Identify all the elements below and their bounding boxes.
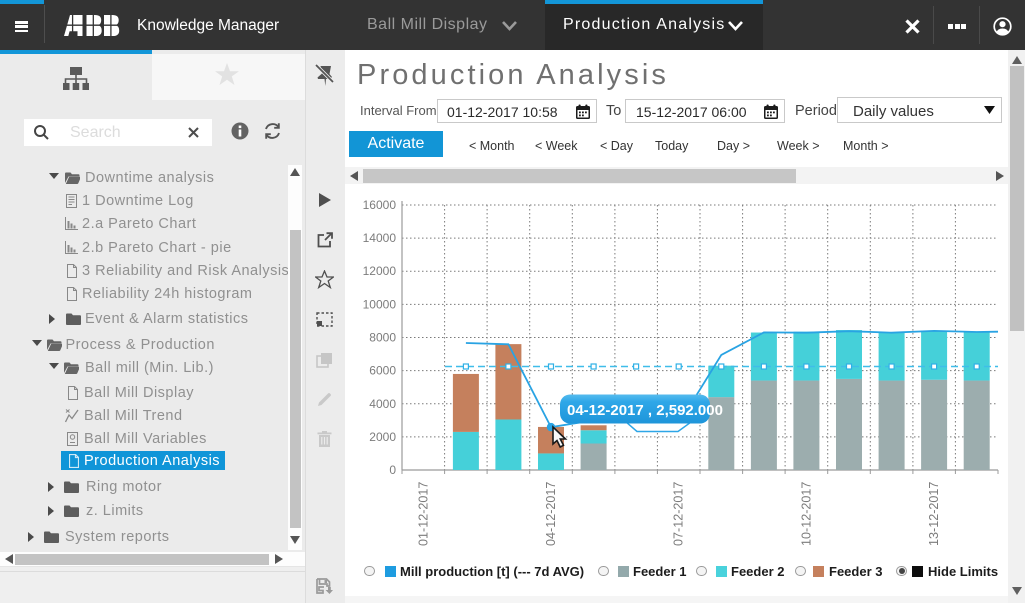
- svg-text:0: 0: [389, 463, 396, 477]
- svg-text:10-12-2017: 10-12-2017: [799, 482, 813, 546]
- svg-text:14000: 14000: [363, 231, 397, 245]
- svg-text:01-12-2017: 01-12-2017: [416, 482, 430, 546]
- svg-text:6000: 6000: [369, 364, 396, 378]
- svg-text:10000: 10000: [363, 297, 397, 311]
- svg-text:04-12-2017 , 2,592.000: 04-12-2017 , 2,592.000: [567, 402, 723, 419]
- svg-text:07-12-2017: 07-12-2017: [672, 482, 686, 546]
- svg-text:13-12-2017: 13-12-2017: [927, 482, 941, 546]
- svg-text:8000: 8000: [369, 331, 396, 345]
- svg-text:04-12-2017: 04-12-2017: [544, 482, 558, 546]
- svg-text:16000: 16000: [363, 198, 397, 212]
- svg-text:2000: 2000: [369, 430, 396, 444]
- svg-text:12000: 12000: [363, 264, 397, 278]
- svg-text:4000: 4000: [369, 397, 396, 411]
